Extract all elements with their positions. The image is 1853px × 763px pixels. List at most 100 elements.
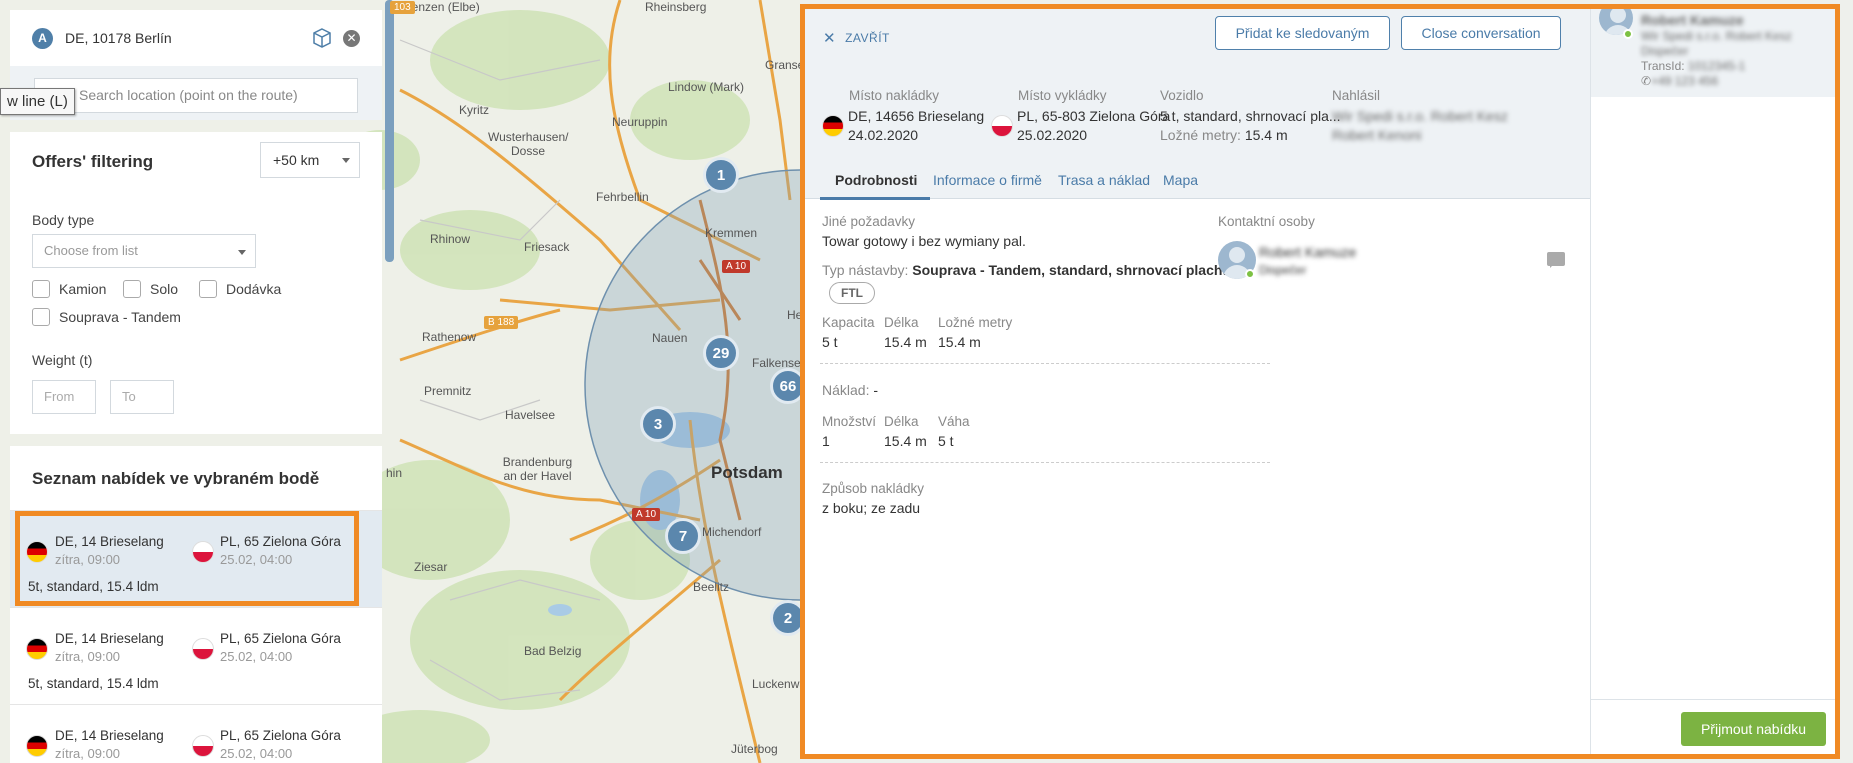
- map-place: Rathenow: [422, 330, 477, 344]
- loading-method-label: Způsob nakládky: [822, 481, 925, 496]
- checkbox-box[interactable]: [199, 280, 217, 298]
- map-cluster[interactable]: 66: [770, 368, 800, 404]
- flag-pl-icon: [991, 115, 1013, 137]
- tab-podrobnosti[interactable]: Podrobnosti: [835, 172, 917, 188]
- offer-to: PL, 65 Zielona Góra 25.02, 04:00: [220, 533, 341, 569]
- flag-de-icon: [26, 638, 48, 660]
- map-cluster[interactable]: 29: [703, 335, 739, 371]
- tab-mapa[interactable]: Mapa: [1163, 172, 1198, 188]
- map-cluster[interactable]: 7: [665, 518, 701, 554]
- checkbox-label: Solo: [150, 281, 179, 297]
- close-icon: ✕: [823, 30, 837, 47]
- vehicle-value: 5 t, standard, shrnovací pla...: [1160, 108, 1341, 124]
- chat-icon[interactable]: [1547, 252, 1565, 268]
- accept-offer-button[interactable]: Přijmout nabídku: [1681, 712, 1826, 746]
- chevron-down-icon: [342, 158, 350, 163]
- map-place: Neuruppin: [612, 115, 668, 129]
- filter-panel: Offers' filtering +50 km Body type Choos…: [10, 132, 382, 434]
- checkbox-box[interactable]: [32, 280, 50, 298]
- cargo-value: -: [873, 382, 879, 398]
- unloading-label: Místo vykládky: [1018, 88, 1107, 103]
- offer-to-place: PL, 65 Zielona Góra: [220, 631, 341, 646]
- loading-date: 24.02.2020: [848, 127, 919, 143]
- map-place: Ziesar: [414, 560, 448, 574]
- reporter-name: Robert Kenoni: [1332, 127, 1422, 143]
- package-icon[interactable]: [311, 27, 333, 49]
- offer-item[interactable]: DE, 14 Brieselang zítra, 09:00 PL, 65 Zie…: [10, 704, 382, 763]
- unloading-place: PL, 65-803 Zielona Góra: [1017, 108, 1171, 124]
- map-cluster[interactable]: 1: [703, 157, 739, 193]
- watch-button[interactable]: Přidat ke sledovaným: [1215, 16, 1390, 50]
- map-place: Jüterbog: [731, 742, 778, 756]
- map-place: Kremmen: [705, 226, 758, 240]
- offer-to-time: 25.02, 04:00: [220, 649, 293, 664]
- weight-to-input[interactable]: To: [110, 380, 174, 414]
- tab-informace-o-firme[interactable]: Informace o firmě: [933, 172, 1042, 188]
- offer-item[interactable]: DE, 14 Brieselang zítra, 09:00 PL, 65 Zie…: [10, 510, 382, 607]
- online-status-icon: [1245, 269, 1255, 279]
- body-type-placeholder: Choose from list: [44, 243, 138, 258]
- map-place: Nauen: [652, 331, 688, 345]
- active-tab-indicator: [820, 197, 930, 200]
- map-scrollbar[interactable]: [385, 0, 394, 262]
- checkbox-souprava[interactable]: Souprava - Tandem: [32, 308, 181, 326]
- search-location-input[interactable]: Search location (point on the route): [34, 78, 358, 113]
- checkbox-solo[interactable]: Solo: [123, 280, 178, 298]
- cargo-label: Náklad:: [822, 382, 870, 398]
- offer-to-time: 25.02, 04:00: [220, 552, 293, 567]
- point-a-badge: A: [32, 27, 53, 49]
- map-cluster[interactable]: 2: [770, 600, 800, 636]
- divider: [820, 363, 1270, 364]
- body-type-label: Typ nástavby:: [822, 262, 909, 278]
- offer-from-time: zítra, 09:00: [55, 552, 121, 567]
- road-label: B 188: [484, 316, 519, 329]
- checkbox-box[interactable]: [123, 280, 141, 298]
- weight-from-input[interactable]: From: [32, 380, 96, 414]
- map-cluster[interactable]: 3: [640, 406, 676, 442]
- offer-from-place: DE, 14 Brieselang: [55, 631, 164, 646]
- online-status-icon: [1623, 29, 1633, 39]
- draw-line-tooltip: w line (L): [0, 88, 75, 115]
- contacts-label: Kontaktní osoby: [1218, 214, 1315, 229]
- offer-spec: 5t, standard, 15.4 ldm: [28, 676, 159, 691]
- cargo-row: Náklad: -: [822, 382, 878, 398]
- tab-trasa-a-naklad[interactable]: Trasa a náklad: [1058, 172, 1150, 188]
- loading-place: DE, 14656 Brieselang: [848, 108, 985, 124]
- flag-de-icon: [26, 735, 48, 757]
- offer-spec: 5t, standard, 15.4 ldm: [28, 579, 159, 594]
- body-type-select[interactable]: Choose from list: [32, 234, 256, 268]
- flag-pl-icon: [192, 541, 214, 563]
- body-type-row: Typ nástavby: Souprava - Tandem, standar…: [822, 262, 1235, 278]
- ldm-value: 15.4 m: [938, 334, 981, 350]
- body-type-label: Body type: [32, 212, 95, 228]
- road-label: A 10: [722, 260, 751, 273]
- length2-value: 15.4 m: [884, 433, 927, 449]
- map-place: Havelsee: [505, 408, 556, 422]
- route-address: DE, 10178 Berlín: [65, 30, 172, 46]
- offer-item[interactable]: DE, 14 Brieselang zítra, 09:00 PL, 65 Zie…: [10, 607, 382, 704]
- divider: [820, 462, 1270, 463]
- map-place: Michendorf: [702, 525, 762, 539]
- vehicle-ldm-label: Ložné metry:: [1160, 127, 1241, 143]
- map-place: Rheinsberg: [645, 0, 707, 14]
- radius-value: +50 km: [273, 152, 320, 168]
- ldm-label: Ložné metry: [938, 315, 1013, 330]
- chevron-down-icon: [238, 250, 246, 255]
- close-conversation-button[interactable]: Close conversation: [1401, 16, 1561, 50]
- offers-list-title: Seznam nabídek ve vybraném bodě: [32, 469, 320, 488]
- checkbox-kamion[interactable]: Kamion: [32, 280, 106, 298]
- close-button[interactable]: ✕ ZAVŘÍT: [823, 29, 890, 47]
- map-place: hin: [386, 466, 403, 480]
- map-place: Fehrbellin: [596, 190, 649, 204]
- flag-pl-icon: [192, 638, 214, 660]
- other-requirements-label: Jiné požadavky: [822, 214, 916, 229]
- checkbox-box[interactable]: [32, 308, 50, 326]
- remove-point-icon[interactable]: ✕: [343, 29, 360, 47]
- checkbox-dodavka[interactable]: Dodávka: [199, 280, 281, 298]
- map-place: Gransee: [765, 58, 800, 72]
- map-place: Wusterhausen/ Dosse: [488, 130, 569, 158]
- vehicle-ldm: Ložné metry: 15.4 m: [1160, 126, 1288, 145]
- radius-select[interactable]: +50 km: [260, 142, 360, 178]
- offer-from: DE, 14 Brieselang zítra, 09:00: [55, 727, 164, 763]
- map-place: Lenzen (Elbe): [405, 0, 480, 14]
